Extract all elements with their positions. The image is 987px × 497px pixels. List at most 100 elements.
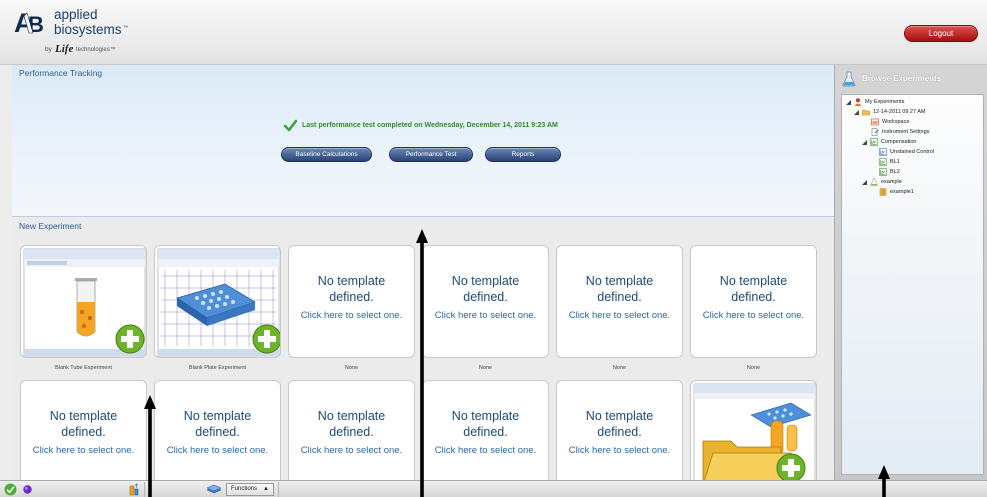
template-tile-label: Blank Tube Experiment <box>55 365 112 371</box>
logout-button[interactable]: Logout <box>904 25 978 42</box>
template-tile-empty[interactable]: No template defined. Click here to selec… <box>556 380 683 493</box>
tile-empty-line2: defined. <box>597 425 642 439</box>
tile-empty-hint: Click here to select one. <box>434 445 537 456</box>
baseline-calculations-button[interactable]: Baseline Calculations <box>281 147 372 162</box>
experiment-tree[interactable]: My Experiments 12-14-2011 09 27 AM Works… <box>841 94 984 475</box>
plate-icon <box>879 188 887 196</box>
tile-empty-line2: defined. <box>463 425 508 439</box>
tree-node-example1[interactable]: example1 <box>879 187 914 197</box>
tile-empty-line2: defined. <box>597 290 642 304</box>
tile-empty-line1: No template <box>451 274 520 288</box>
template-tile-label: Blank Plate Experiment <box>188 365 247 371</box>
plate-layers-icon[interactable] <box>206 483 222 496</box>
functions-label: Functions <box>231 486 258 492</box>
performance-status: Last performance test completed on Wedne… <box>284 117 558 133</box>
tree-node-my-experiments[interactable]: My Experiments <box>846 97 904 107</box>
checkmark-icon <box>284 119 297 131</box>
tree-node-experiment-folder[interactable]: 12-14-2011 09 27 AM <box>854 107 926 117</box>
template-tile-blank-tube[interactable] <box>20 245 147 358</box>
expand-triangle-icon[interactable] <box>846 99 851 105</box>
workspace-icon <box>871 118 879 126</box>
add-plus-icon <box>776 453 806 483</box>
tile-empty-line1: No template <box>317 409 386 423</box>
tree-node-label: example <box>881 179 902 185</box>
tile-empty-hint: Click here to select one. <box>568 310 671 321</box>
chart-icon <box>879 158 887 166</box>
svg-text:applied: applied <box>54 7 98 22</box>
taskbar-separator <box>278 482 279 497</box>
template-tile-empty[interactable]: No template defined. Click here to selec… <box>288 380 415 493</box>
expand-triangle-icon[interactable] <box>862 179 867 185</box>
chart-icon <box>879 148 887 156</box>
chart-icon <box>870 138 878 146</box>
template-tile-empty[interactable]: No template defined. Click here to selec… <box>154 380 281 493</box>
tile-empty-line2: defined. <box>463 290 508 304</box>
fluidics-icon[interactable] <box>128 483 141 496</box>
tree-node-label: example1 <box>890 189 914 195</box>
tree-node-compensation[interactable]: Compensation <box>862 137 916 147</box>
tree-node-instrument-settings[interactable]: Instrument Settings <box>871 127 929 137</box>
laser-indicator-icon[interactable] <box>21 483 34 496</box>
template-tile-empty[interactable]: No template defined. Click here to selec… <box>422 245 549 358</box>
template-tile-label: None <box>478 365 493 371</box>
tile-empty-line1: No template <box>183 409 252 423</box>
expand-triangle-icon[interactable] <box>862 139 867 145</box>
tile-empty-hint: Click here to select one. <box>702 310 805 321</box>
flask-icon <box>842 71 856 86</box>
template-tile-empty[interactable]: No template defined. Click here to selec… <box>20 380 147 493</box>
template-tile-label: None <box>612 365 627 371</box>
tile-empty-line1: No template <box>585 409 654 423</box>
tree-node-label: My Experiments <box>865 99 905 105</box>
performance-tracking-title: Performance Tracking <box>19 68 103 78</box>
tile-empty-hint: Click here to select one. <box>300 445 403 456</box>
svg-text:by: by <box>45 46 53 53</box>
applied-biosystems-logo: A B applied biosystems ™ by Life technol… <box>14 7 128 55</box>
chart-icon <box>879 168 887 176</box>
browse-experiments-panel: Browse Experiments My Experiments 12-14-… <box>834 65 987 480</box>
tile-empty-hint: Click here to select one. <box>300 310 403 321</box>
tile-empty-hint: Click here to select one. <box>434 310 537 321</box>
tile-empty-line1: No template <box>49 409 118 423</box>
tile-empty-hint: Click here to select one. <box>568 445 671 456</box>
svg-text:™: ™ <box>123 25 128 31</box>
settings-doc-icon <box>871 128 879 136</box>
tree-node-bl2[interactable]: BL2 <box>879 167 900 177</box>
tree-node-label: Instrument Settings <box>882 129 930 135</box>
reports-button[interactable]: Reports <box>485 147 561 162</box>
template-tile-empty[interactable]: No template defined. Click here to selec… <box>422 380 549 493</box>
new-experiment-panel: New Experiment Blank Tube Experiment Bla… <box>12 218 834 493</box>
performance-test-button[interactable]: Performance Test <box>389 147 473 162</box>
tile-empty-hint: Click here to select one. <box>32 445 135 456</box>
template-tile-empty[interactable]: No template defined. Click here to selec… <box>556 245 683 358</box>
tree-node-label: 12-14-2011 09 27 AM <box>873 109 926 115</box>
tree-node-label: Compensation <box>881 139 917 145</box>
tree-node-bl1[interactable]: BL1 <box>879 157 900 167</box>
svg-text:technologies™: technologies™ <box>76 46 116 53</box>
tile-empty-line2: defined. <box>329 290 374 304</box>
expand-triangle-icon[interactable] <box>854 109 859 115</box>
tile-empty-line2: defined. <box>329 425 374 439</box>
tree-node-workspace[interactable]: Workspace <box>871 117 909 127</box>
browse-experiments-title: Browse Experiments <box>862 74 942 83</box>
caret-up-icon: ▲ <box>263 486 269 492</box>
tile-empty-line1: No template <box>585 274 654 288</box>
folder-icon <box>862 109 870 116</box>
new-experiment-title: New Experiment <box>19 221 82 231</box>
flask-icon <box>870 178 878 186</box>
tree-node-unstained-control[interactable]: Unstained Control <box>879 147 934 157</box>
app-header: A B applied biosystems ™ by Life technol… <box>0 0 987 65</box>
tree-node-example[interactable]: example <box>862 177 902 187</box>
performance-status-text: Last performance test completed on Wedne… <box>302 121 558 129</box>
tile-empty-line2: defined. <box>195 425 240 439</box>
status-ok-icon[interactable] <box>4 483 17 496</box>
tree-node-label: BL1 <box>890 159 900 165</box>
template-tile-saved[interactable] <box>690 380 817 493</box>
tree-node-label: BL2 <box>890 169 900 175</box>
template-tile-empty[interactable]: No template defined. Click here to selec… <box>288 245 415 358</box>
template-tile-empty[interactable]: No template defined. Click here to selec… <box>690 245 817 358</box>
tile-empty-line1: No template <box>719 274 788 288</box>
add-plus-icon <box>252 324 280 354</box>
add-plus-icon <box>115 324 145 354</box>
template-tile-blank-plate[interactable] <box>154 245 281 358</box>
functions-button[interactable]: Functions ▲ <box>226 483 274 496</box>
